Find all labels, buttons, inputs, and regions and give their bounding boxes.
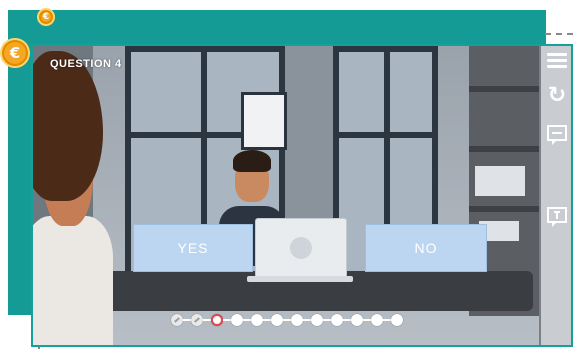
laptop <box>255 218 347 278</box>
feedback-icon[interactable] <box>544 204 570 230</box>
progress-connector <box>383 319 391 321</box>
progress-dot-todo <box>311 314 323 326</box>
answer-no-button[interactable]: NO <box>365 224 487 272</box>
progress-connector <box>323 319 331 321</box>
progress-connector <box>363 319 371 321</box>
answer-yes-button[interactable]: YES <box>133 224 253 272</box>
coin-icon-large: € <box>0 38 30 68</box>
progress-dot-todo <box>371 314 383 326</box>
coin-icon: € <box>37 8 55 26</box>
progress-connector <box>303 319 311 321</box>
progress-connector <box>223 319 231 321</box>
menu-icon[interactable] <box>544 48 570 74</box>
progress-dot-todo <box>271 314 283 326</box>
progress-dot-todo <box>231 314 243 326</box>
side-toolbar: ↻ <box>540 44 573 264</box>
progress-dot-todo <box>391 314 403 326</box>
progress-connector <box>343 319 351 321</box>
progress-connector <box>263 319 271 321</box>
progress-dot-todo <box>331 314 343 326</box>
progress-dot-done <box>171 314 183 326</box>
progress-dot-todo <box>291 314 303 326</box>
progress-connector <box>203 319 211 321</box>
progress-connector <box>243 319 251 321</box>
progress-dot-done <box>191 314 203 326</box>
question-label: QUESTION 4 <box>50 58 122 70</box>
reload-icon[interactable]: ↻ <box>544 82 570 108</box>
progress-dot-wrong <box>211 314 223 326</box>
simulation-scene: YES NO <box>31 44 573 347</box>
transcript-icon[interactable] <box>544 122 570 148</box>
progress-connector <box>283 319 291 321</box>
player-avatar <box>33 46 123 345</box>
progress-dot-todo <box>251 314 263 326</box>
progress-dot-todo <box>351 314 363 326</box>
wall-certificate <box>241 92 287 150</box>
laptop-base <box>247 276 353 282</box>
dashed-guide-top <box>545 33 573 35</box>
progress-connector <box>183 319 191 321</box>
